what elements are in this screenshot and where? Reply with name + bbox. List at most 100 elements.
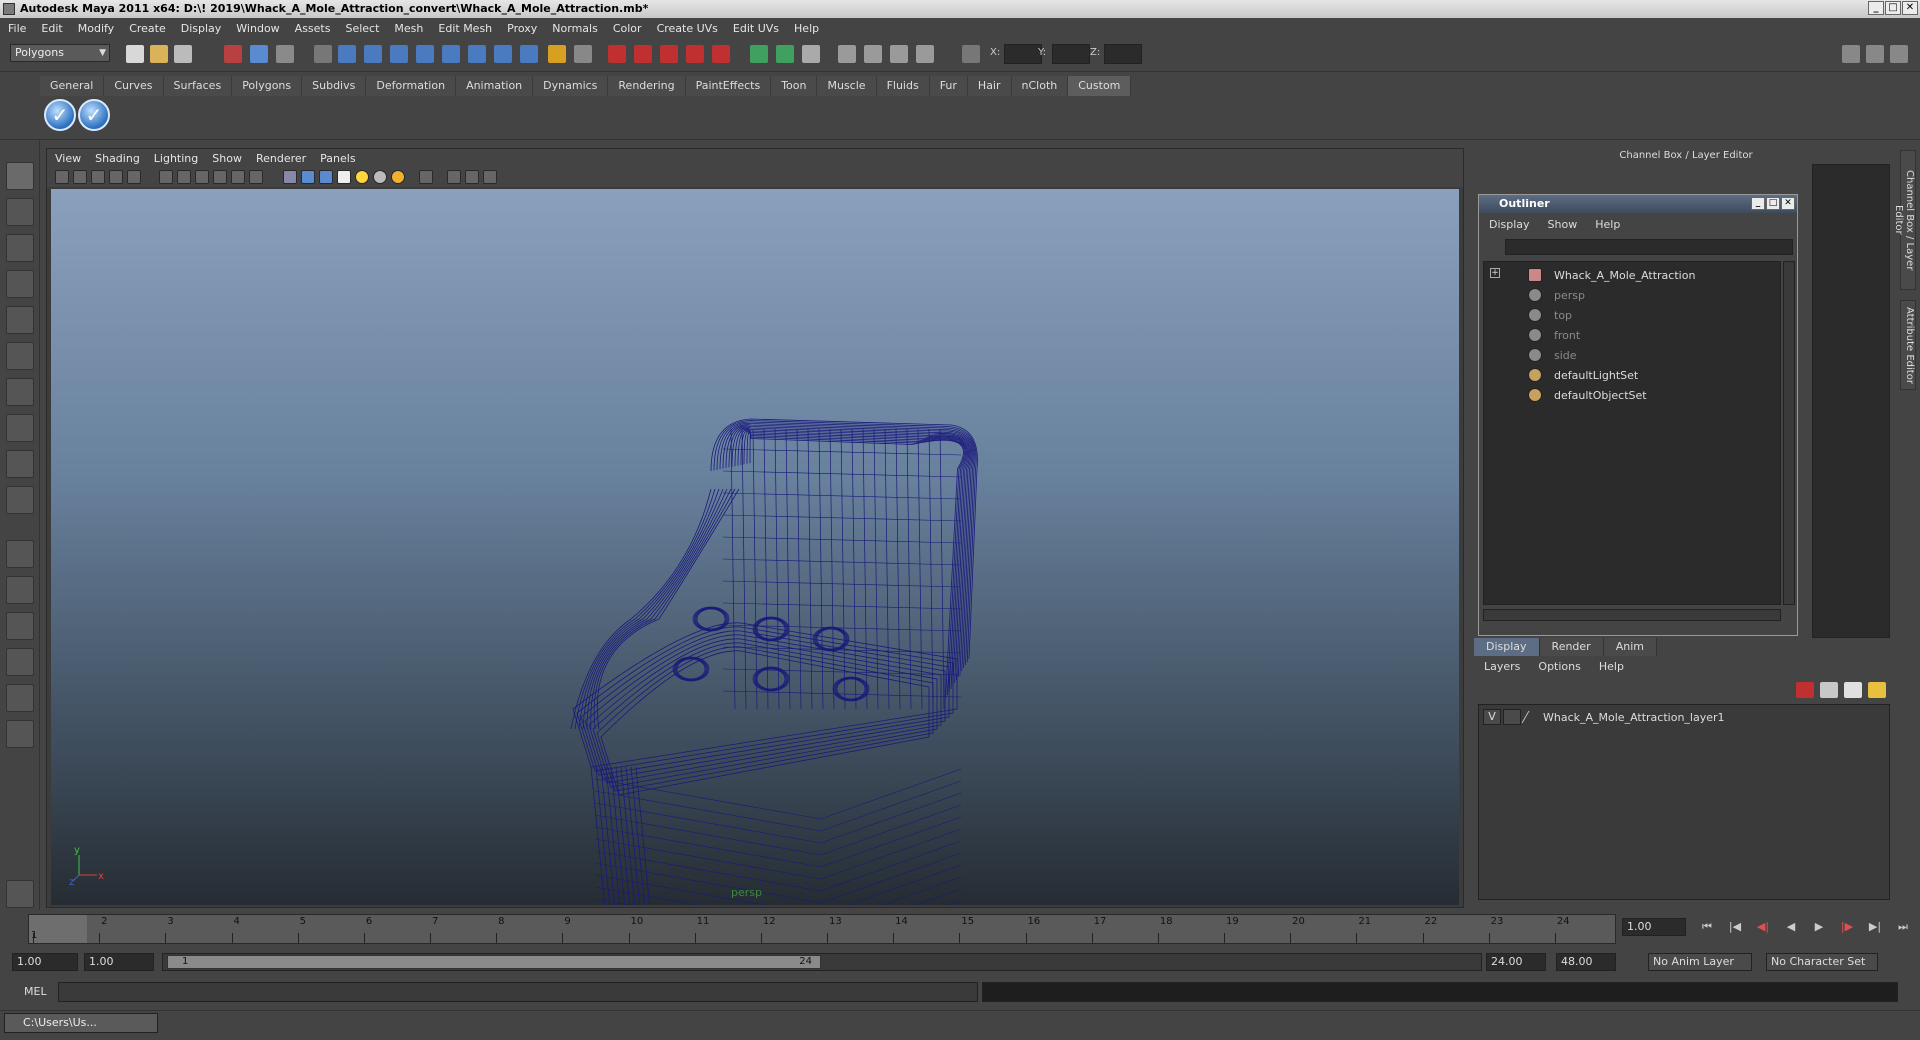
xray-icon[interactable] — [447, 170, 461, 184]
select-dynamics-icon[interactable] — [468, 45, 486, 63]
menu-modify[interactable]: Modify — [78, 22, 114, 35]
outliner-item[interactable]: Whack_A_Mole_Attraction — [1528, 266, 1695, 284]
select-rendering-icon[interactable] — [494, 45, 512, 63]
rotate-tool-icon[interactable] — [6, 306, 34, 334]
select-tool-icon[interactable] — [6, 162, 34, 190]
select-handles-icon[interactable] — [338, 45, 356, 63]
z-field[interactable] — [1104, 44, 1142, 64]
menu-proxy[interactable]: Proxy — [507, 22, 537, 35]
vp-menu-show[interactable]: Show — [212, 152, 242, 165]
show-channel-box-icon[interactable] — [1890, 45, 1908, 63]
new-layer-icon[interactable] — [1820, 682, 1838, 698]
absolute-transform-icon[interactable] — [962, 45, 980, 63]
layer-template-toggle[interactable] — [1503, 709, 1521, 725]
layer-tab-render[interactable]: Render — [1539, 638, 1604, 656]
render-view-icon[interactable] — [838, 45, 856, 63]
gate-mask-icon[interactable] — [195, 170, 209, 184]
snap-grid-icon[interactable] — [608, 45, 626, 63]
layout-graph-icon[interactable] — [6, 648, 34, 676]
select-joints-icon[interactable] — [364, 45, 382, 63]
outliner-item[interactable]: defaultLightSet — [1528, 366, 1638, 384]
shelf-tab-curves[interactable]: Curves — [104, 76, 164, 96]
range-bar[interactable]: 1 24 — [162, 953, 1482, 971]
outliner-menu-show[interactable]: Show — [1548, 218, 1578, 231]
textured-icon[interactable] — [337, 170, 351, 184]
shelf-tab-muscle[interactable]: Muscle — [817, 76, 877, 96]
outliner-close-button[interactable]: ✕ — [1781, 197, 1795, 210]
new-empty-layer-icon[interactable] — [1844, 682, 1862, 698]
select-object-icon[interactable] — [250, 45, 268, 63]
save-scene-icon[interactable] — [174, 45, 192, 63]
move-layer-up-icon[interactable] — [1796, 682, 1814, 698]
move-tool-icon[interactable] — [6, 270, 34, 298]
xray-joints-icon[interactable] — [465, 170, 479, 184]
outliner-item[interactable]: side — [1528, 346, 1577, 364]
layer-menu-layers[interactable]: Layers — [1484, 660, 1520, 673]
shadows-icon[interactable] — [391, 170, 405, 184]
menu-edit-uvs[interactable]: Edit UVs — [733, 22, 779, 35]
isolate-select-icon[interactable] — [419, 170, 433, 184]
vp-menu-shading[interactable]: Shading — [95, 152, 140, 165]
side-tab-attribute-editor[interactable]: Attribute Editor — [1900, 300, 1916, 390]
shelf-tab-custom[interactable]: Custom — [1068, 76, 1132, 96]
end-time-field[interactable]: 48.00 — [1556, 953, 1616, 971]
lasso-tool-icon[interactable] — [6, 198, 34, 226]
go-to-start-icon[interactable]: ⏮ — [1700, 920, 1714, 934]
close-button[interactable]: ✕ — [1902, 1, 1918, 15]
shelf-tab-toon[interactable]: Toon — [771, 76, 818, 96]
highlight-selection-icon[interactable] — [574, 45, 592, 63]
shelf-tab-dynamics[interactable]: Dynamics — [533, 76, 609, 96]
play-forward-icon[interactable]: ▶ — [1812, 920, 1826, 934]
menu-normals[interactable]: Normals — [552, 22, 598, 35]
new-layer-selected-icon[interactable] — [1868, 682, 1886, 698]
playback-end-field[interactable]: 24.00 — [1486, 953, 1546, 971]
shelf-tab-deformation[interactable]: Deformation — [366, 76, 457, 96]
command-input[interactable] — [58, 982, 978, 1002]
shelf-tab-ncloth[interactable]: nCloth — [1011, 76, 1069, 96]
command-language-label[interactable]: MEL — [24, 985, 47, 998]
layout-custom-icon[interactable] — [6, 720, 34, 748]
safe-action-icon[interactable] — [231, 170, 245, 184]
layer-menu-help[interactable]: Help — [1599, 660, 1624, 673]
outliner-title-bar[interactable]: Outliner _ □ ✕ — [1479, 195, 1797, 213]
layout-single-icon[interactable] — [6, 540, 34, 568]
show-tool-settings-icon[interactable] — [1866, 45, 1884, 63]
character-set-dropdown[interactable]: No Character Set — [1766, 953, 1878, 971]
viewport-canvas[interactable]: y x z persp — [51, 189, 1459, 905]
make-live-icon[interactable] — [712, 45, 730, 63]
outliner-minimize-button[interactable]: _ — [1751, 197, 1765, 210]
menu-assets[interactable]: Assets — [295, 22, 331, 35]
outliner-menu-help[interactable]: Help — [1595, 218, 1620, 231]
go-to-end-icon[interactable]: ⏭ — [1896, 920, 1910, 934]
select-deformations-icon[interactable] — [442, 45, 460, 63]
wireframe-on-shaded-icon[interactable] — [319, 170, 333, 184]
shelf-tab-fur[interactable]: Fur — [929, 76, 968, 96]
shelf-tab-surfaces[interactable]: Surfaces — [163, 76, 233, 96]
field-chart-icon[interactable] — [213, 170, 227, 184]
select-misc-icon[interactable] — [520, 45, 538, 63]
lock-selection-icon[interactable] — [548, 45, 566, 63]
share-icon[interactable] — [483, 170, 497, 184]
maximize-button[interactable]: □ — [1885, 1, 1901, 15]
manipulator-tool-icon[interactable] — [6, 378, 34, 406]
snap-view-plane-icon[interactable] — [686, 45, 704, 63]
layer-menu-options[interactable]: Options — [1538, 660, 1580, 673]
x-field[interactable] — [1004, 44, 1042, 64]
menu-select[interactable]: Select — [345, 22, 379, 35]
shelf-tab-painteffects[interactable]: PaintEffects — [685, 76, 772, 96]
menu-create-uvs[interactable]: Create UVs — [657, 22, 718, 35]
wireframe-icon[interactable] — [283, 170, 297, 184]
bookmark-icon[interactable] — [91, 170, 105, 184]
default-light-icon[interactable] — [355, 170, 369, 184]
render-frame-icon[interactable] — [864, 45, 882, 63]
render-settings-icon[interactable] — [916, 45, 934, 63]
shelf-tab-rendering[interactable]: Rendering — [608, 76, 686, 96]
select-hierarchy-icon[interactable] — [224, 45, 242, 63]
start-time-field[interactable]: 1.00 — [12, 953, 78, 971]
menu-mesh[interactable]: Mesh — [394, 22, 423, 35]
soft-mod-tool-icon[interactable] — [6, 414, 34, 442]
menu-edit-mesh[interactable]: Edit Mesh — [438, 22, 492, 35]
resolution-gate-icon[interactable] — [177, 170, 191, 184]
shelf-tab-fluids[interactable]: Fluids — [876, 76, 930, 96]
select-component-icon[interactable] — [276, 45, 294, 63]
